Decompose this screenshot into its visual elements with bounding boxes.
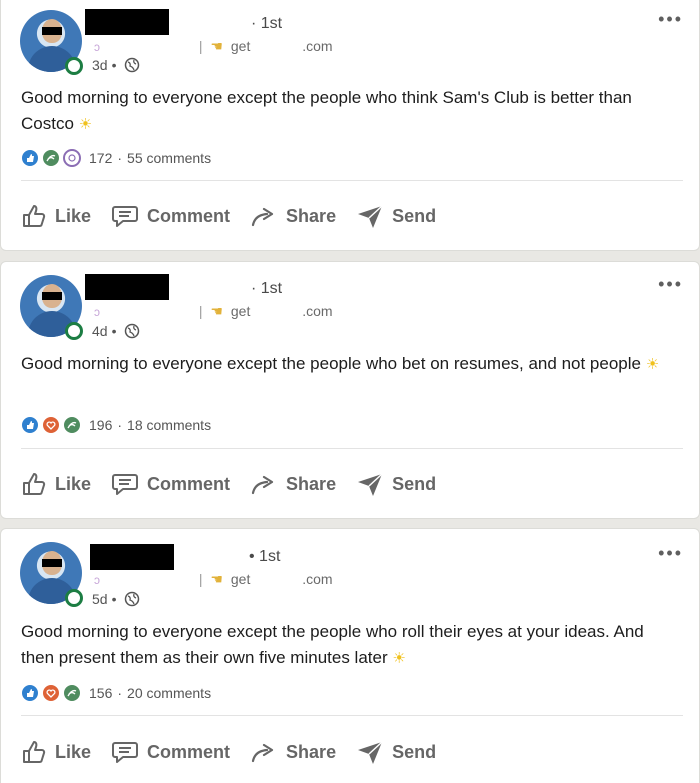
reactions-bar[interactable]: 196 · 18 comments	[21, 415, 211, 435]
connection-degree: · 1st	[251, 15, 283, 32]
curious-reaction-icon	[63, 149, 81, 167]
more-options-icon[interactable]: •••	[658, 543, 683, 564]
like-reaction-icon	[21, 684, 39, 702]
pointing-hand-icon: ☚	[210, 571, 223, 587]
globe-icon	[125, 57, 140, 73]
headline-domain: .com	[302, 571, 333, 587]
post-meta: 5d •	[92, 591, 140, 607]
post-age: 4d	[92, 323, 108, 339]
comment-button[interactable]: Comment	[111, 203, 230, 229]
post-meta: 3d •	[92, 57, 140, 73]
share-arrow-icon	[251, 475, 274, 495]
comment-button[interactable]: Comment	[111, 471, 230, 497]
comments-count-link[interactable]: 20 comments	[127, 685, 211, 701]
comments-count-link[interactable]: 18 comments	[127, 417, 211, 433]
like-reaction-icon	[21, 416, 39, 434]
share-button[interactable]: Share	[250, 739, 336, 765]
send-icon	[358, 473, 383, 496]
post-meta: 4d •	[92, 323, 140, 339]
send-button[interactable]: Send	[356, 471, 436, 497]
author-name-redacted[interactable]	[85, 274, 169, 300]
headline-domain: .com	[302, 303, 333, 319]
reaction-count: 156	[89, 685, 113, 701]
pointing-hand-icon: ☚	[210, 303, 223, 319]
online-status-icon	[65, 57, 83, 75]
feed-post: · 1st ↄ | ☚ get .com 4d • ••• Good mornin…	[0, 261, 700, 519]
love-reaction-icon	[42, 416, 60, 434]
headline-get: get	[230, 38, 251, 54]
post-text: Good morning to everyone except the peop…	[21, 622, 644, 667]
author-headline: ↄ | ☚ get .com	[94, 38, 333, 55]
headline-get: get	[230, 303, 251, 319]
support-reaction-icon	[63, 684, 81, 702]
separator: |	[198, 38, 203, 54]
post-text: Good morning to everyone except the peop…	[21, 354, 660, 373]
connection-degree: · 1st	[251, 280, 283, 297]
connection-degree: • 1st	[249, 548, 281, 565]
comment-icon	[112, 742, 139, 763]
like-button[interactable]: Like	[21, 471, 91, 497]
author-headline: ↄ | ☚ get .com	[94, 571, 333, 588]
emoji-icon: ↄ	[94, 573, 100, 587]
like-reaction-icon	[21, 149, 39, 167]
author-name-redacted[interactable]	[85, 9, 169, 35]
send-icon	[358, 741, 383, 764]
author-headline: ↄ | ☚ get .com	[94, 303, 333, 320]
sun-icon: ☀	[78, 116, 93, 133]
reaction-count: 196	[89, 417, 113, 433]
redaction-bar	[42, 559, 62, 567]
support-reaction-icon	[42, 149, 60, 167]
redaction-bar	[42, 27, 62, 35]
post-actions: Like Comment Share Send	[21, 737, 456, 767]
share-arrow-icon	[251, 743, 274, 763]
reaction-count: 172	[89, 150, 113, 166]
send-icon	[358, 205, 383, 228]
separator: |	[198, 303, 203, 319]
comments-count-link[interactable]: 55 comments	[127, 150, 211, 166]
like-button[interactable]: Like	[21, 739, 91, 765]
share-button[interactable]: Share	[250, 203, 336, 229]
sun-icon: ☀	[645, 356, 660, 373]
emoji-icon: ↄ	[94, 40, 100, 54]
divider	[21, 715, 683, 716]
globe-icon	[125, 323, 140, 339]
feed-post: · 1st ↄ | ☚ get .com 3d • ••• Good mornin…	[0, 0, 700, 251]
sun-icon: ☀	[392, 650, 406, 667]
online-status-icon	[65, 322, 83, 340]
send-button[interactable]: Send	[356, 203, 436, 229]
comment-icon	[112, 474, 139, 495]
headline-domain: .com	[302, 38, 333, 54]
online-status-icon	[65, 589, 83, 607]
feed-post: • 1st ↄ | ☚ get .com 5d • ••• Good mornin…	[0, 528, 700, 783]
emoji-icon: ↄ	[94, 305, 100, 319]
thumbs-up-icon	[23, 205, 46, 227]
like-button[interactable]: Like	[21, 203, 91, 229]
post-actions: Like Comment Share Send	[21, 469, 456, 499]
post-age: 5d	[92, 591, 108, 607]
redaction-bar	[42, 292, 62, 300]
divider	[21, 180, 683, 181]
author-name-redacted[interactable]	[90, 544, 174, 570]
pointing-hand-icon: ☚	[210, 38, 223, 54]
share-arrow-icon	[251, 207, 274, 227]
more-options-icon[interactable]: •••	[658, 274, 683, 295]
headline-get: get	[230, 571, 251, 587]
post-age: 3d	[92, 57, 108, 73]
reactions-bar[interactable]: 156 · 20 comments	[21, 683, 211, 703]
thumbs-up-icon	[23, 473, 46, 495]
divider	[21, 448, 683, 449]
post-text: Good morning to everyone except the peop…	[21, 88, 632, 133]
support-reaction-icon	[63, 416, 81, 434]
send-button[interactable]: Send	[356, 739, 436, 765]
separator: |	[198, 571, 203, 587]
post-actions: Like Comment Share Send	[21, 201, 456, 231]
comment-icon	[112, 206, 139, 227]
comment-button[interactable]: Comment	[111, 739, 230, 765]
reactions-bar[interactable]: 172 · 55 comments	[21, 148, 211, 168]
thumbs-up-icon	[23, 741, 46, 763]
share-button[interactable]: Share	[250, 471, 336, 497]
love-reaction-icon	[42, 684, 60, 702]
globe-icon	[125, 591, 140, 607]
more-options-icon[interactable]: •••	[658, 9, 683, 30]
